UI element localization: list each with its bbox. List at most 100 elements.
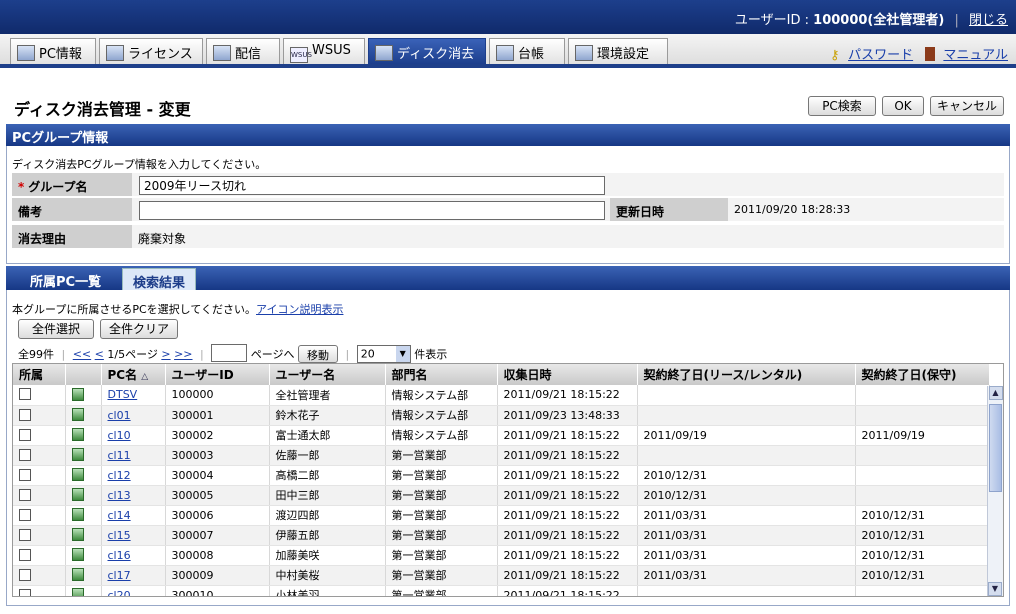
- pc-name-link[interactable]: cl17: [108, 569, 131, 582]
- collected-at-cell: 2011/09/21 18:15:22: [497, 525, 638, 546]
- table-scrollbar[interactable]: ▲ ▼: [987, 386, 1003, 596]
- updated-label: 更新日時: [610, 198, 728, 222]
- password-link[interactable]: パスワード: [848, 48, 913, 63]
- ok-button[interactable]: OK: [882, 96, 924, 116]
- col-lease-end[interactable]: 契約終了日(リース/レンタル): [637, 364, 856, 385]
- row-checkbox-cell: [13, 585, 66, 596]
- pc-name-cell: cl10: [101, 425, 166, 446]
- reason-label: 消去理由: [12, 225, 132, 249]
- row-checkbox[interactable]: [19, 488, 31, 501]
- pc-name-link[interactable]: cl12: [108, 469, 131, 482]
- next-page-button[interactable]: >: [161, 348, 170, 361]
- tab-label: PC情報: [39, 47, 82, 62]
- row-icon-cell: [65, 425, 102, 446]
- col-pc-name[interactable]: PC名 △: [101, 364, 166, 385]
- row-checkbox[interactable]: [19, 468, 31, 481]
- pc-name-link[interactable]: cl15: [108, 529, 131, 542]
- page-number-input[interactable]: [211, 344, 248, 362]
- row-icon-cell: [65, 525, 102, 546]
- key-icon: ⚷: [829, 48, 840, 63]
- collected-at-cell: 2011/09/23 13:48:33: [497, 405, 638, 426]
- pc-status-icon: [71, 568, 84, 581]
- maintenance-end-cell: [855, 485, 990, 506]
- row-checkbox[interactable]: [19, 568, 31, 581]
- icon-legend-link[interactable]: アイコン説明表示: [256, 303, 343, 316]
- first-page-button[interactable]: <<: [73, 348, 91, 361]
- pc-name-link[interactable]: cl10: [108, 429, 131, 442]
- scroll-thumb[interactable]: [989, 404, 1002, 492]
- tab-license[interactable]: ライセンス: [99, 38, 203, 64]
- pc-name-link[interactable]: cl16: [108, 549, 131, 562]
- col-collected-at[interactable]: 収集日時: [497, 364, 638, 385]
- tab-label: ディスク消去: [397, 47, 475, 62]
- prev-page-button[interactable]: <: [95, 348, 104, 361]
- total-count: 全99件: [18, 348, 54, 361]
- manual-link[interactable]: マニュアル: [943, 48, 1008, 63]
- lease-end-cell: 2011/03/31: [637, 565, 856, 586]
- row-checkbox[interactable]: [19, 408, 31, 421]
- tab-wsus[interactable]: WSUSWSUS: [283, 38, 365, 64]
- page-info: 1/5ページ: [107, 348, 158, 361]
- col-department[interactable]: 部門名: [385, 364, 498, 385]
- maintenance-end-cell: [855, 465, 990, 486]
- tab-search-results[interactable]: 検索結果: [122, 268, 197, 291]
- col-maintenance-end[interactable]: 契約終了日(保守): [855, 364, 990, 385]
- pc-name-cell: cl17: [101, 565, 166, 586]
- department-cell: 第一営業部: [385, 525, 498, 546]
- maintenance-end-cell: [855, 585, 990, 596]
- tab-disk-erase[interactable]: ディスク消去: [368, 38, 486, 64]
- table-row: DTSV 100000 全社管理者 情報システム部 2011/09/21 18:15:2…: [13, 385, 990, 406]
- pc-name-link[interactable]: cl13: [108, 489, 131, 502]
- scroll-down-icon[interactable]: ▼: [988, 582, 1002, 596]
- collected-at-cell: 2011/09/21 18:15:22: [497, 445, 638, 466]
- department-cell: 第一営業部: [385, 565, 498, 586]
- tab-ledger[interactable]: 台帳: [489, 38, 565, 64]
- pager: 全99件 | << < 1/5ページ > >> | ページへ 移動 | 20 ▼ …: [18, 344, 447, 363]
- pc-name-link[interactable]: cl11: [108, 449, 131, 462]
- user-id-cell: 300009: [165, 565, 270, 586]
- user-id-cell: 300001: [165, 405, 270, 426]
- per-page-select[interactable]: 20 ▼: [356, 345, 411, 363]
- note-input[interactable]: [139, 201, 605, 220]
- table-row: cl01 300001 鈴木花子 情報システム部 2011/09/23 13:48:33: [13, 405, 990, 426]
- row-checkbox[interactable]: [19, 388, 31, 401]
- last-page-button[interactable]: >>: [174, 348, 192, 361]
- row-checkbox[interactable]: [19, 588, 31, 596]
- scroll-up-icon[interactable]: ▲: [988, 386, 1003, 400]
- tab-settings[interactable]: 環境設定: [568, 38, 668, 64]
- tab-pc-info[interactable]: PC情報: [10, 38, 96, 64]
- col-user-id[interactable]: ユーザーID: [165, 364, 270, 385]
- row-checkbox-cell: [13, 465, 66, 486]
- group-name-input[interactable]: [139, 176, 605, 195]
- pc-name-link[interactable]: cl14: [108, 509, 131, 522]
- close-link[interactable]: 閉じる: [969, 13, 1008, 28]
- pc-search-button[interactable]: PC検索: [808, 96, 876, 116]
- pc-name-link[interactable]: cl01: [108, 409, 131, 422]
- pc-name-cell: cl11: [101, 445, 166, 466]
- row-checkbox[interactable]: [19, 448, 31, 461]
- group-name-label: * グループ名: [12, 173, 132, 197]
- pc-name-link[interactable]: cl20: [108, 589, 131, 597]
- pc-name-cell: cl14: [101, 505, 166, 526]
- col-user-name[interactable]: ユーザー名: [269, 364, 386, 385]
- row-checkbox[interactable]: [19, 528, 31, 541]
- row-checkbox[interactable]: [19, 508, 31, 521]
- top-bar: ユーザーID : 100000(全社管理者) | 閉じる: [0, 0, 1016, 34]
- pc-name-cell: cl20: [101, 585, 166, 597]
- cancel-button[interactable]: キャンセル: [930, 96, 1004, 116]
- pc-name-cell: cl01: [101, 405, 166, 426]
- row-checkbox[interactable]: [19, 428, 31, 441]
- sort-icon: △: [141, 372, 149, 382]
- clear-all-button[interactable]: 全件クリア: [100, 319, 178, 339]
- collected-at-cell: 2011/09/21 18:15:22: [497, 465, 638, 486]
- select-all-button[interactable]: 全件選択: [18, 319, 94, 339]
- pc-name-link[interactable]: DTSV: [108, 388, 138, 401]
- move-button[interactable]: 移動: [298, 345, 339, 363]
- tab-member-pc-list[interactable]: 所属PC一覧: [20, 268, 111, 290]
- tab-distribution[interactable]: 配信: [206, 38, 280, 64]
- lease-end-cell: [637, 405, 856, 426]
- department-cell: 情報システム部: [385, 385, 498, 406]
- divider: |: [61, 347, 66, 361]
- row-checkbox[interactable]: [19, 548, 31, 561]
- disk-erase-icon: [375, 45, 393, 61]
